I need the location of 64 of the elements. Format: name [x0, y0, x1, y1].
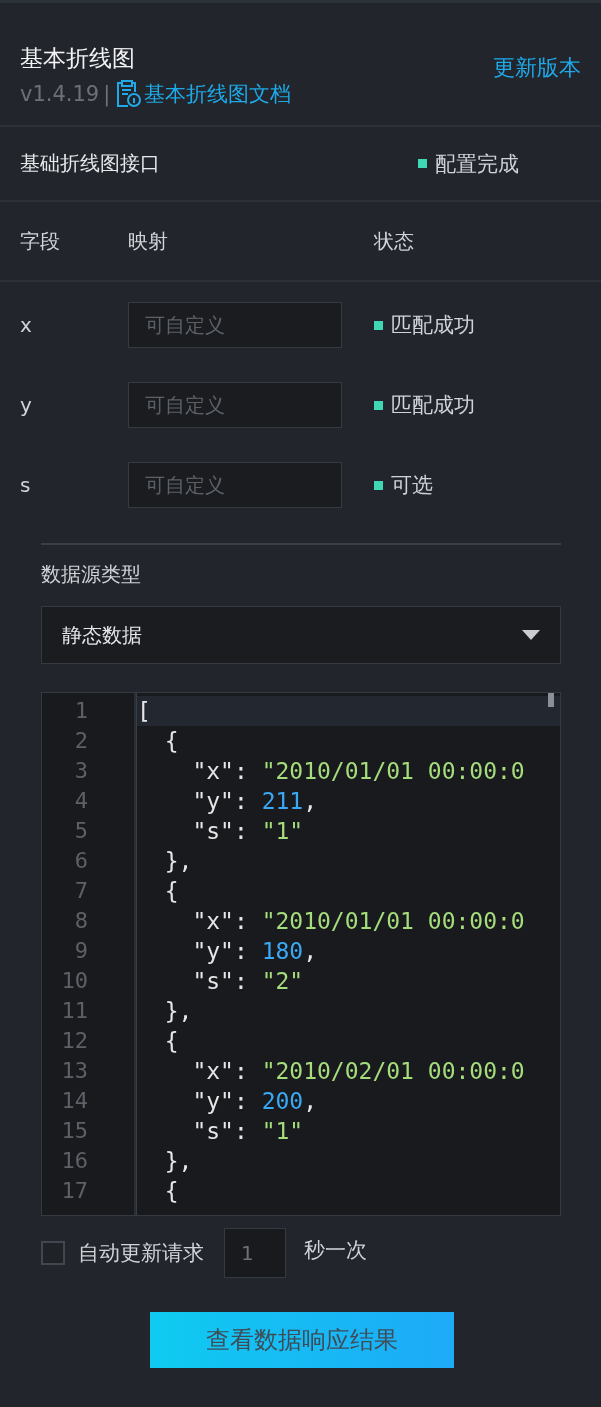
- checkbox[interactable]: [41, 1241, 65, 1265]
- code-line: [: [137, 698, 151, 724]
- status-text: 匹配成功: [391, 392, 475, 419]
- code-line: {: [163, 728, 179, 754]
- line-number: 3: [73, 757, 89, 785]
- update-version-link[interactable]: 更新版本: [493, 53, 581, 83]
- caret-icon: [522, 630, 540, 640]
- component-title: 基本折线图: [20, 43, 136, 73]
- document-info-icon: [116, 79, 143, 108]
- line-number: 13: [60, 1057, 89, 1085]
- line-number: 6: [73, 847, 89, 875]
- field-name: x: [20, 313, 33, 337]
- code-line: "x": "2010/01/01 00:00:0: [191, 908, 525, 934]
- code-line: {: [163, 878, 179, 904]
- column-header: 映射: [128, 227, 169, 255]
- code-line: "s": "1": [191, 1118, 304, 1144]
- documentation-link[interactable]: 基本折线图文档: [116, 79, 292, 108]
- separator: |: [103, 81, 111, 106]
- status-text: 配置完成: [435, 150, 519, 178]
- line-number: 4: [73, 787, 89, 815]
- line-number: 15: [60, 1117, 89, 1145]
- column-header: 状态: [374, 227, 414, 255]
- column-header: 字段: [20, 227, 61, 255]
- code-line: "s": "1": [191, 818, 304, 844]
- code-line: "x": "2010/02/01 00:00:0: [191, 1058, 525, 1084]
- data-source-dropdown[interactable]: 静态数据: [41, 606, 561, 664]
- line-number: 8: [73, 907, 89, 935]
- field-name: y: [20, 393, 33, 417]
- line-number: 17: [60, 1177, 89, 1205]
- mapping-input[interactable]: 可自定义: [128, 382, 342, 428]
- code-line: {: [163, 1028, 179, 1054]
- line-number: 2: [73, 727, 89, 755]
- line-number: 7: [73, 877, 89, 905]
- view-response-button[interactable]: 查看数据响应结果: [149, 1312, 454, 1368]
- line-number: 12: [60, 1027, 89, 1055]
- code-line: },: [163, 1148, 193, 1174]
- version-label: v1.4.19: [20, 81, 100, 106]
- code-line: {: [163, 1178, 179, 1204]
- line-number: 9: [73, 937, 89, 965]
- line-number: 11: [60, 997, 89, 1025]
- code-line: },: [163, 998, 193, 1024]
- interface-title: 基础折线图接口: [20, 150, 161, 177]
- mapping-input[interactable]: 可自定义: [128, 302, 342, 348]
- code-line: "y": 180,: [191, 938, 318, 964]
- interval-unit: 秒一次: [304, 1237, 367, 1264]
- line-number: 5: [73, 817, 89, 845]
- code-line: "y": 200,: [191, 1088, 318, 1114]
- auto-update-label: 自动更新请求: [78, 1240, 204, 1267]
- code-line: "s": "2": [191, 968, 304, 994]
- status-text: 匹配成功: [391, 312, 475, 339]
- mapping-input[interactable]: 可自定义: [128, 462, 342, 508]
- code-editor[interactable]: 1 2 3 4 5 6 7 8 9 10 11 12 13 14 15 16 17 [ { "x": "2010/01/01 00:00:0 "y": 211, "s": "1" }, { "x": "2010/01/01 00:00:0 "y": 180, "s": "2" }, { "x": "2010/02/01 00:00:0 "y": 200, "s": "1" }, {: [41, 692, 561, 1216]
- line-number: 16: [60, 1147, 89, 1175]
- line-number: 14: [60, 1087, 89, 1115]
- interval-input[interactable]: 1: [224, 1228, 286, 1278]
- line-number: 10: [60, 967, 89, 995]
- code-line: "y": 211,: [191, 788, 318, 814]
- status-text: 可选: [391, 472, 433, 499]
- scrollbar-thumb[interactable]: [548, 693, 554, 707]
- line-number: 1: [73, 697, 89, 725]
- code-line: },: [163, 848, 193, 874]
- data-source-label: 数据源类型: [41, 561, 142, 588]
- field-name: s: [20, 473, 32, 497]
- code-line: "x": "2010/01/01 00:00:0: [191, 758, 525, 784]
